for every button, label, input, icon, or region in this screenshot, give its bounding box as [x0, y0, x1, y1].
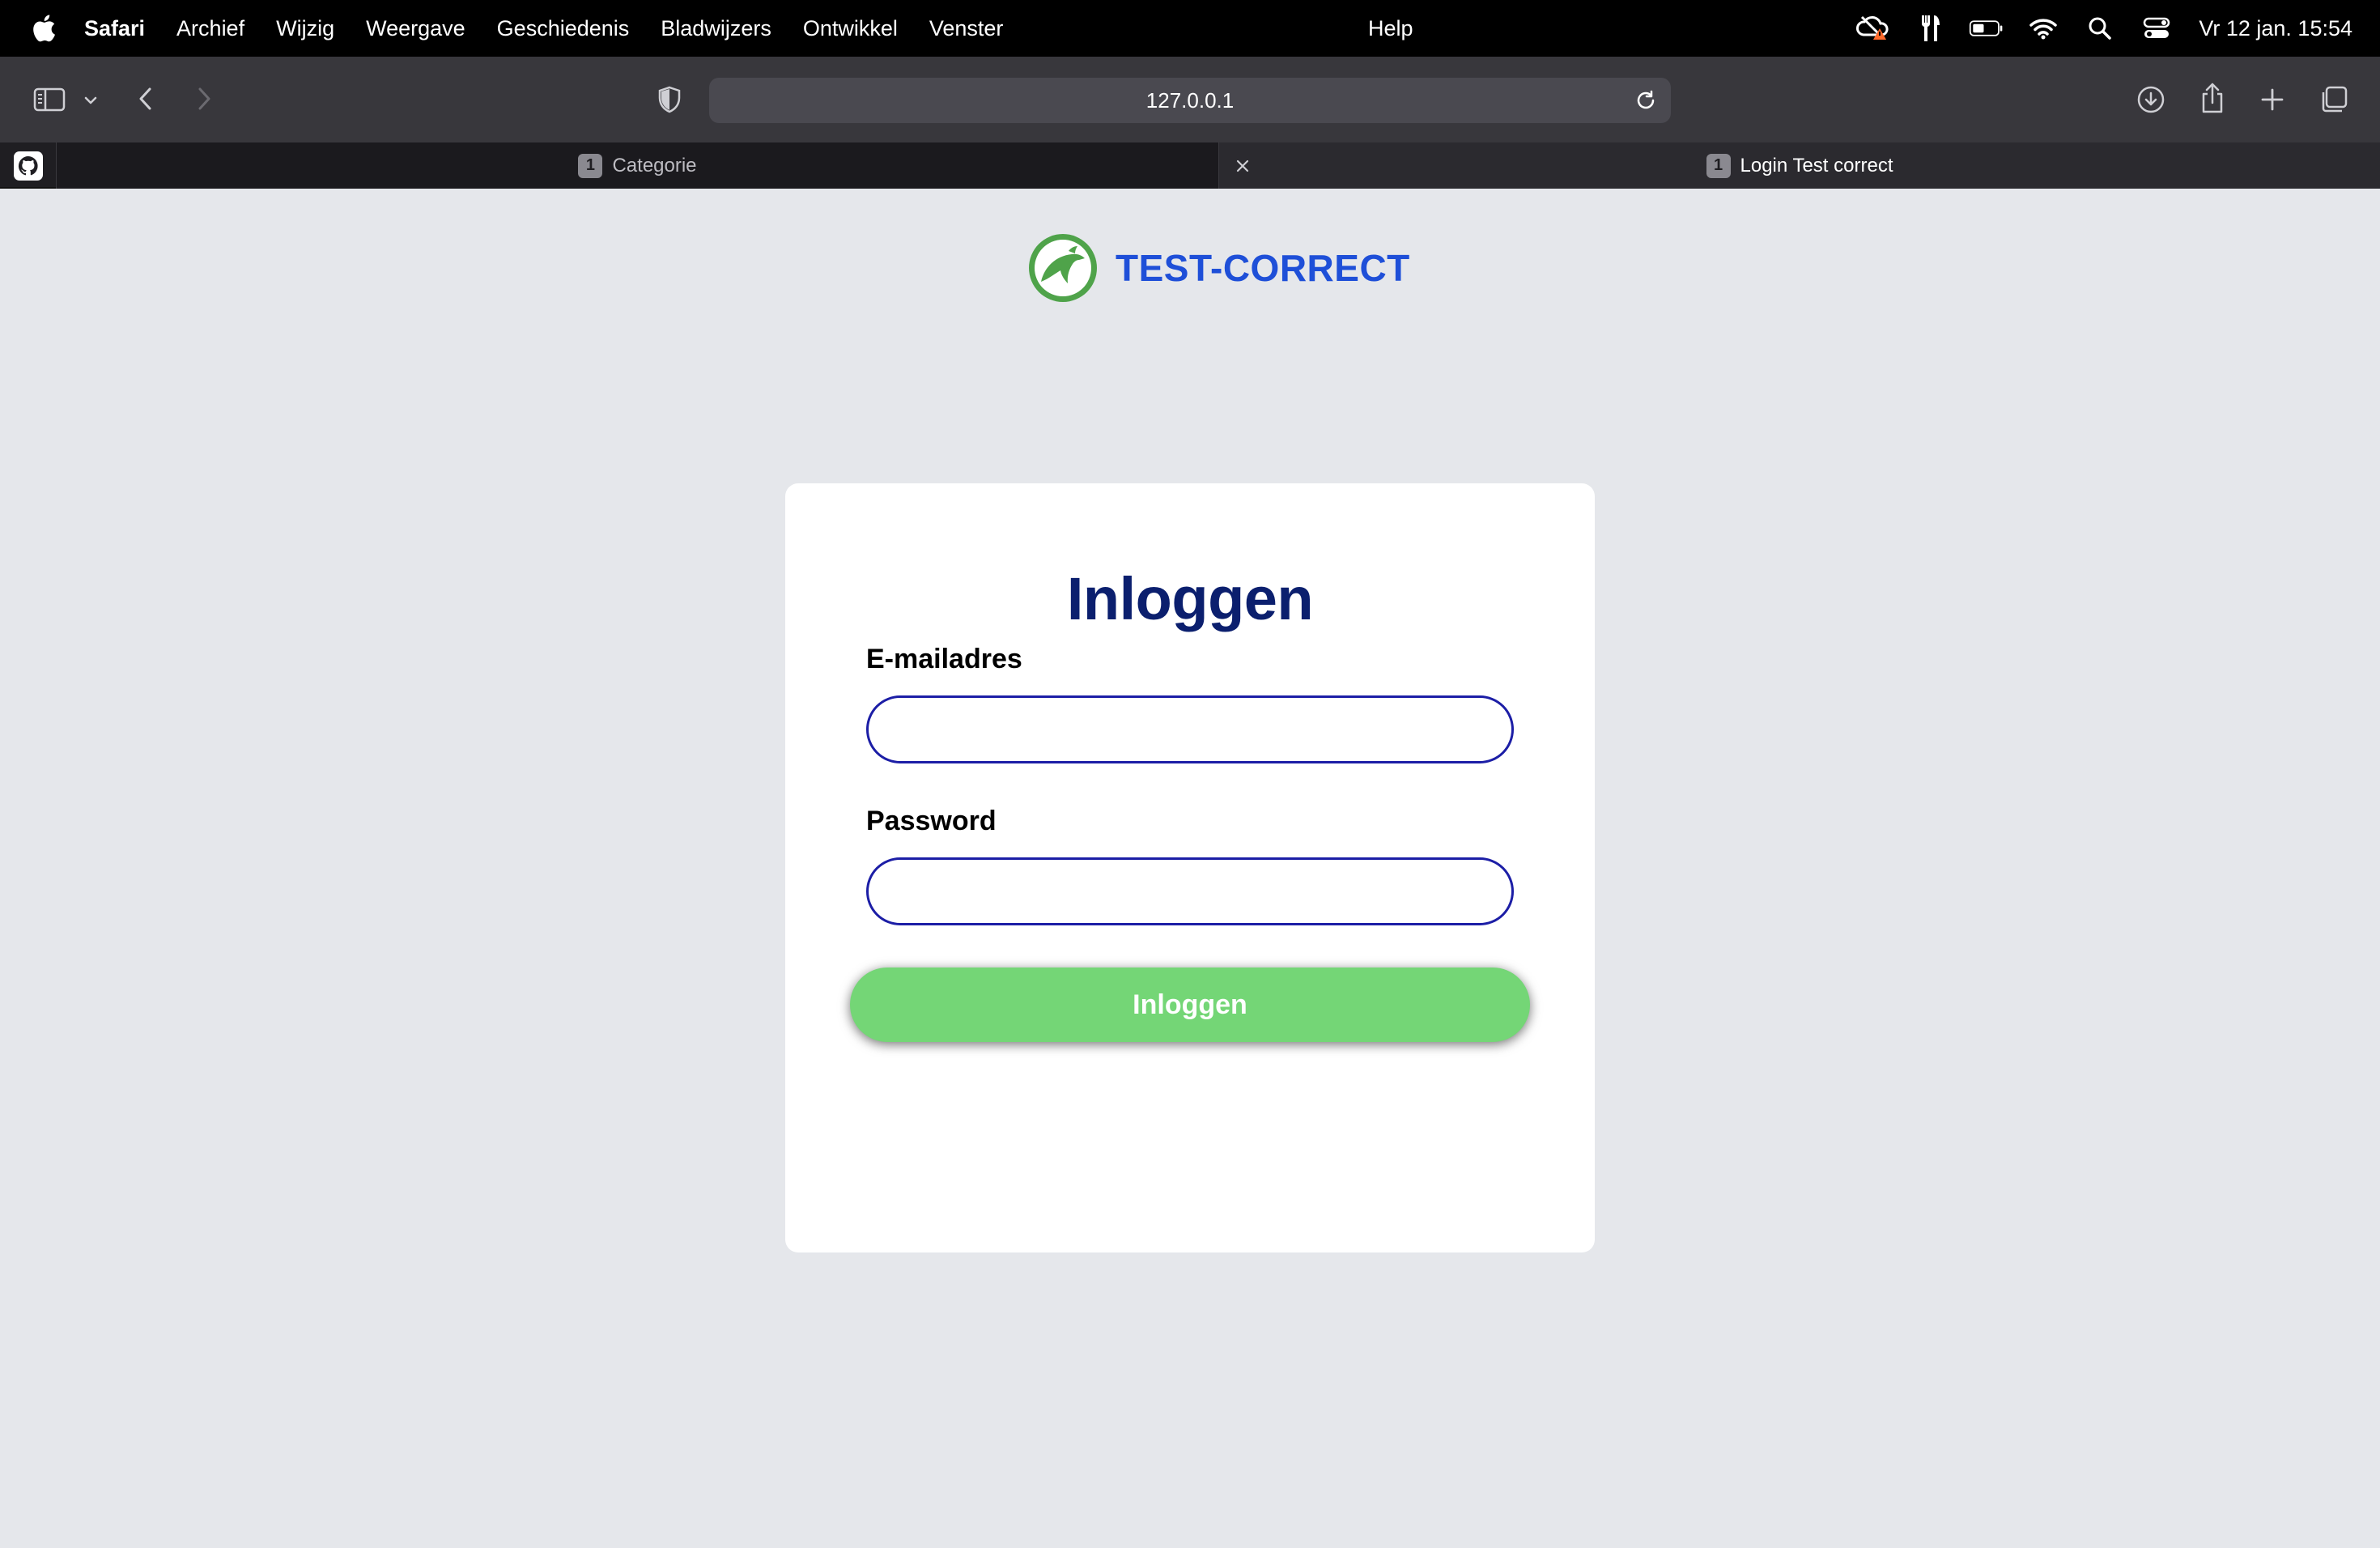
app-menus: Safari Archief Wijzig Weergave Geschiede… [84, 16, 1035, 41]
login-card: Inloggen E-mailadres Password Inloggen [785, 483, 1595, 1252]
github-icon [13, 151, 43, 181]
downloads-icon[interactable] [2134, 83, 2168, 117]
tab-login-test-correct[interactable]: 1 Login Test correct [1219, 142, 2380, 189]
close-tab-icon[interactable] [1230, 154, 1255, 178]
tab-overview-icon[interactable] [2317, 83, 2351, 117]
address-bar-url: 127.0.0.1 [1145, 87, 1235, 113]
tab-count-badge: 1 [1706, 153, 1731, 178]
tab-title: Categorie [612, 154, 697, 176]
screen: Safari Archief Wijzig Weergave Geschiede… [0, 0, 2380, 1548]
dolphin-logo-icon [1026, 232, 1099, 304]
apple-icon[interactable] [29, 14, 58, 43]
tab-bar: 1 Categorie 1 Login Test correct [0, 142, 2380, 189]
cloud-warning-icon[interactable] [1855, 12, 1891, 45]
menu-help[interactable]: Help [1368, 0, 1413, 57]
browser-toolbar: 127.0.0.1 [0, 57, 2380, 142]
logo-wordmark: TEST-CORRECT [1116, 247, 1410, 289]
menu-app-name[interactable]: Safari [84, 16, 145, 41]
menu-archief[interactable]: Archief [176, 16, 244, 41]
menu-ontwikkel[interactable]: Ontwikkel [803, 16, 898, 41]
status-area: Vr 12 jan. 15:54 [1834, 0, 2352, 57]
menu-wijzig[interactable]: Wijzig [276, 16, 334, 41]
email-field[interactable] [866, 695, 1514, 763]
password-field[interactable] [866, 857, 1514, 925]
menu-bar-clock[interactable]: Vr 12 jan. 15:54 [2199, 16, 2352, 41]
privacy-shield-icon[interactable] [652, 83, 686, 117]
tab-categorie[interactable]: 1 Categorie [57, 142, 1219, 189]
login-button[interactable]: Inloggen [850, 968, 1530, 1042]
new-tab-plus-icon[interactable] [2255, 83, 2289, 117]
tools-icon[interactable] [1912, 12, 1948, 45]
email-label: E-mailadres [866, 644, 1022, 674]
test-correct-logo: TEST-CORRECT [1026, 231, 1410, 305]
sidebar-toggle-icon[interactable] [31, 81, 68, 118]
tab-title: Login Test correct [1740, 154, 1893, 176]
menu-venster[interactable]: Venster [929, 16, 1004, 41]
tab-count-badge: 1 [578, 153, 603, 178]
menu-weergave[interactable]: Weergave [366, 16, 465, 41]
control-center-icon[interactable] [2139, 12, 2174, 45]
spotlight-search-icon[interactable] [2082, 12, 2118, 45]
battery-icon[interactable] [1969, 12, 2004, 45]
forward-arrow-icon[interactable] [188, 83, 220, 115]
address-bar[interactable]: 127.0.0.1 [709, 78, 1671, 123]
menu-bar: Safari Archief Wijzig Weergave Geschiede… [0, 0, 2380, 57]
login-title: Inloggen [1066, 565, 1314, 632]
wifi-icon[interactable] [2025, 12, 2061, 45]
menu-geschiedenis[interactable]: Geschiedenis [497, 16, 630, 41]
chevron-down-icon[interactable] [79, 89, 102, 112]
menu-bladwijzers[interactable]: Bladwijzers [661, 16, 771, 41]
password-label: Password [866, 806, 997, 836]
web-page: TEST-CORRECT Inloggen E-mailadres Passwo… [0, 189, 2380, 1548]
reload-icon[interactable] [1630, 85, 1661, 116]
share-icon[interactable] [2195, 79, 2229, 117]
back-arrow-icon[interactable] [130, 83, 162, 115]
pinned-tab-github[interactable] [0, 142, 57, 189]
